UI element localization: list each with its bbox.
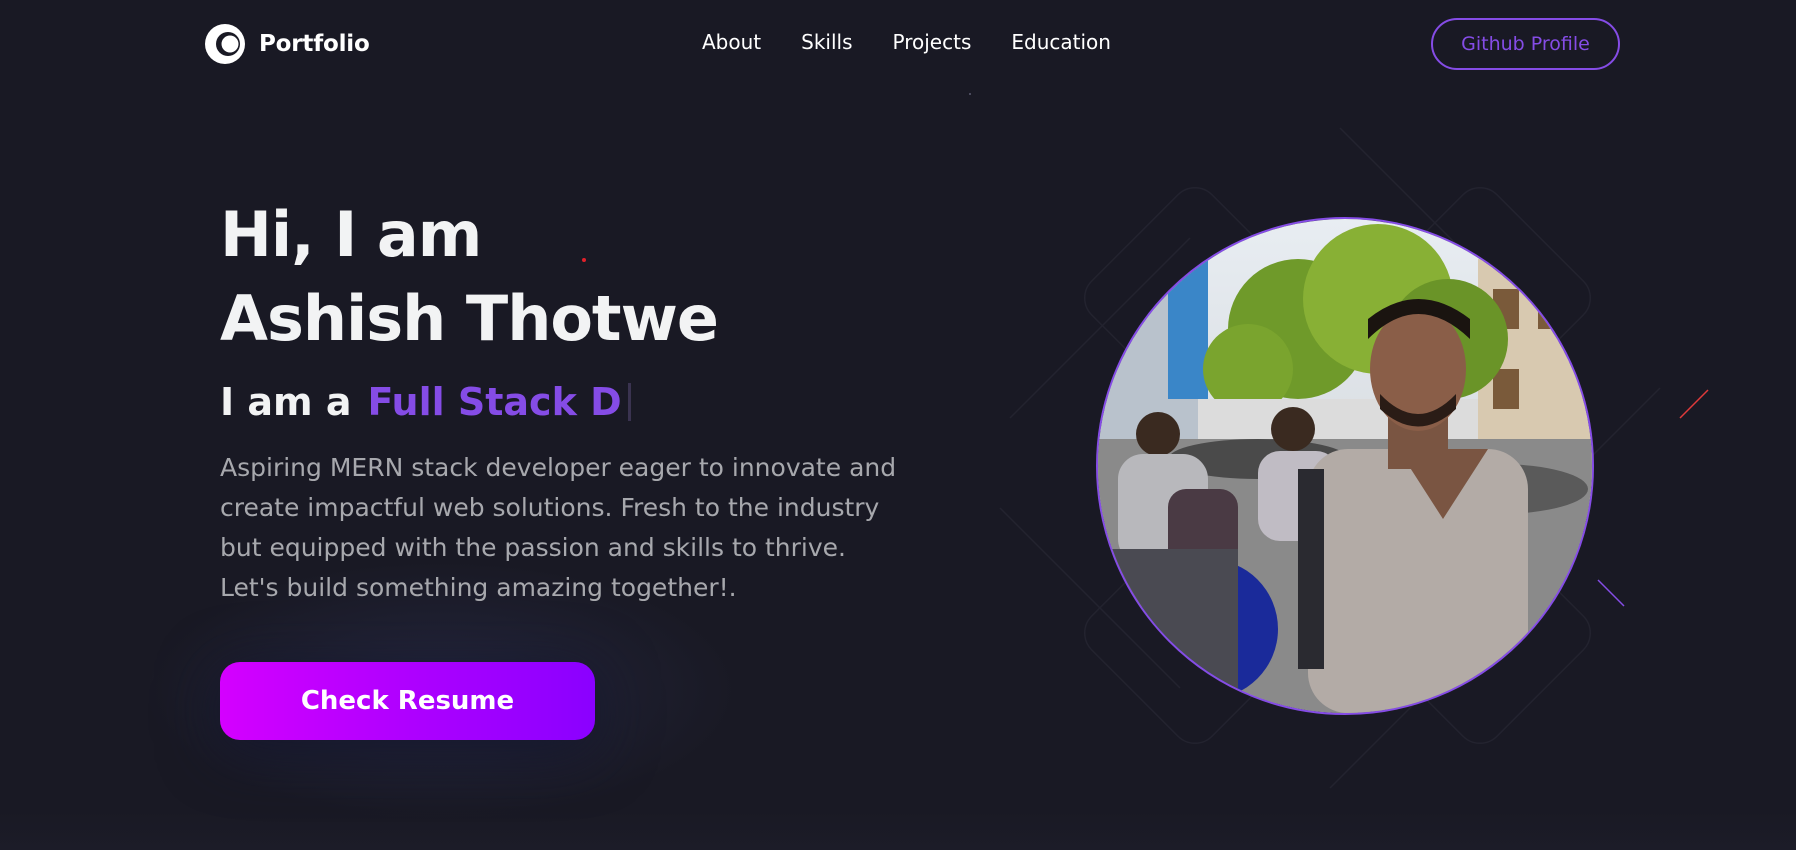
hero-greeting: Hi, I am [220,198,482,271]
nav-link-about[interactable]: About [702,30,761,54]
check-resume-button[interactable]: Check Resume [220,662,595,740]
typewriter-caret [627,383,631,421]
navbar: Portfolio About Skills Projects Educatio… [0,0,1796,88]
logo-text: Portfolio [259,31,370,57]
nav-links: About Skills Projects Education [702,30,1111,54]
github-profile-button[interactable]: Github Profile [1431,18,1620,70]
hero-name: Ashish Thotwe [220,282,719,355]
profile-photo-illustration [1098,219,1592,713]
hero-role: I am a Full Stack D [220,380,631,424]
logo-icon [205,24,245,64]
nav-link-projects[interactable]: Projects [893,30,972,54]
role-typewriter-text: Full Stack D [367,380,622,424]
nav-link-skills[interactable]: Skills [801,30,852,54]
nav-link-education[interactable]: Education [1011,30,1111,54]
profile-photo [1096,217,1594,715]
hero-bio: Aspiring MERN stack developer eager to i… [220,453,897,602]
logo[interactable]: Portfolio [203,22,370,66]
role-prefix: I am a [220,380,352,424]
portfolio-page: Portfolio About Skills Projects Educatio… [0,0,1796,850]
